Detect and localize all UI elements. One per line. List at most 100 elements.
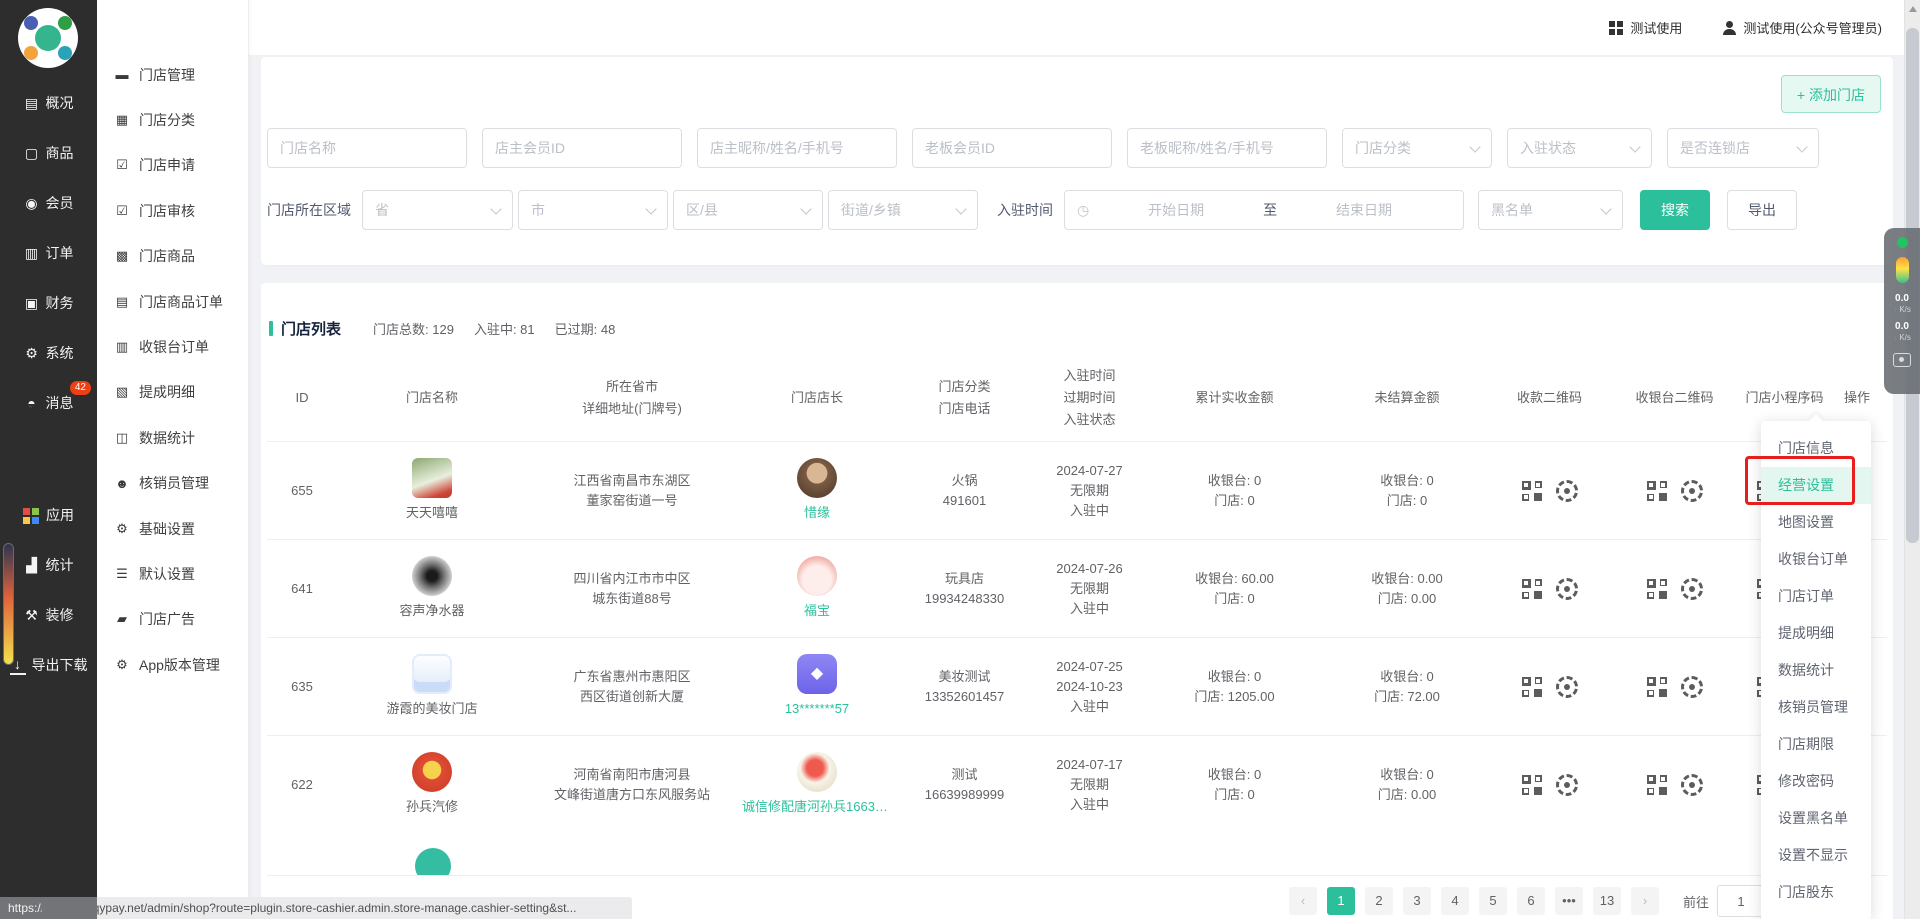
finance-icon: ▣: [24, 295, 40, 312]
page-button-1[interactable]: 1: [1327, 887, 1355, 915]
sidebar-item-apps[interactable]: 应用: [0, 490, 97, 540]
submenu-store-audit[interactable]: ☑门店审核: [97, 188, 248, 233]
menu-item-data-stats[interactable]: 数据统计: [1761, 652, 1871, 689]
menu-item-store-info[interactable]: 门店信息: [1761, 430, 1871, 467]
owner-member-id-input[interactable]: [482, 128, 682, 168]
qr-code-icon[interactable]: [1647, 775, 1667, 795]
miniprogram-code-icon[interactable]: [1556, 578, 1578, 600]
sidebar-label: 统计: [46, 555, 74, 575]
date-range-picker[interactable]: ◷ 开始日期 至 结束日期: [1064, 190, 1464, 230]
prev-page-button[interactable]: ‹: [1289, 887, 1317, 915]
menu-item-set-hidden[interactable]: 设置不显示: [1761, 837, 1871, 874]
chain-store-select[interactable]: 是否连锁店: [1667, 128, 1819, 168]
export-button[interactable]: 导出: [1727, 190, 1797, 230]
submenu-store-ads[interactable]: ▰门店广告: [97, 597, 248, 642]
chevron-down-icon: [1600, 203, 1611, 214]
app-logo[interactable]: [18, 8, 78, 68]
page-button-6[interactable]: 6: [1517, 887, 1545, 915]
menu-item-verifier-manage[interactable]: 核销员管理: [1761, 689, 1871, 726]
search-button[interactable]: 搜索: [1640, 190, 1710, 230]
scrollbar-track[interactable]: [1904, 0, 1920, 919]
submenu-commission-detail[interactable]: ▧提成明细: [97, 370, 248, 415]
menu-item-store-shareholder[interactable]: 门店股东: [1761, 874, 1871, 911]
sidebar-item-finance[interactable]: ▣财务: [0, 278, 97, 328]
submenu-verifier-manage[interactable]: ☻核销员管理: [97, 461, 248, 506]
net-monitor-widget[interactable]: 0.0 ↑ K/s 0.0 ↓ K/s: [1884, 228, 1920, 394]
qr-code-icon[interactable]: [1522, 579, 1542, 599]
menu-item-map-settings[interactable]: 地图设置: [1761, 504, 1871, 541]
miniprogram-code-icon[interactable]: [1556, 676, 1578, 698]
manager-link[interactable]: 福宝: [804, 601, 830, 621]
store-category-select[interactable]: 门店分类: [1342, 128, 1492, 168]
miniprogram-code-icon[interactable]: [1681, 578, 1703, 600]
miniprogram-code-icon[interactable]: [1556, 774, 1578, 796]
menu-item-store-term[interactable]: 门店期限: [1761, 726, 1871, 763]
date-separator: 至: [1263, 200, 1277, 220]
more-pages-button[interactable]: •••: [1555, 887, 1583, 915]
submenu-store-manage[interactable]: ▬门店管理: [97, 52, 248, 97]
menu-item-store-orders[interactable]: 门店订单: [1761, 578, 1871, 615]
scroll-progress-indicator[interactable]: [3, 543, 14, 665]
menu-item-commission-detail[interactable]: 提成明细: [1761, 615, 1871, 652]
sidebar-item-orders[interactable]: ▥订单: [0, 228, 97, 278]
menu-item-cashier-orders[interactable]: 收银台订单: [1761, 541, 1871, 578]
miniprogram-code-icon[interactable]: [1681, 480, 1703, 502]
menu-item-set-blacklist[interactable]: 设置黑名单: [1761, 800, 1871, 837]
blacklist-select[interactable]: 黑名单: [1478, 190, 1623, 230]
submenu-label: 门店管理: [139, 65, 195, 85]
sidebar-item-goods[interactable]: ▢商品: [0, 128, 97, 178]
submenu-cashier-orders[interactable]: ▥收银台订单: [97, 324, 248, 369]
sidebar-item-system[interactable]: ⚙系统: [0, 328, 97, 378]
submenu-store-apply[interactable]: ☑门店申请: [97, 143, 248, 188]
qr-code-icon[interactable]: [1647, 677, 1667, 697]
submenu-store-category[interactable]: ▦门店分类: [97, 97, 248, 142]
submenu-default-settings[interactable]: ☰默认设置: [97, 551, 248, 596]
workspace-switcher[interactable]: 测试使用: [1609, 18, 1682, 37]
miniprogram-code-icon[interactable]: [1681, 774, 1703, 796]
city-select[interactable]: 市: [518, 190, 668, 230]
submenu-data-stats[interactable]: ◫数据统计: [97, 415, 248, 460]
sidebar-item-export-download[interactable]: ↓导出下载: [0, 640, 97, 690]
sidebar-item-decorate[interactable]: ⚒装修: [0, 590, 97, 640]
miniprogram-code-icon[interactable]: [1556, 480, 1578, 502]
goto-page-input[interactable]: [1717, 885, 1765, 917]
submenu-store-goods-orders[interactable]: ▤门店商品订单: [97, 279, 248, 324]
manager-link[interactable]: 惜缘: [804, 503, 830, 523]
sidebar-item-stats[interactable]: ▟统计: [0, 540, 97, 590]
street-select[interactable]: 街道/乡镇: [828, 190, 978, 230]
submenu-store-goods[interactable]: ▩门店商品: [97, 234, 248, 279]
next-page-button[interactable]: ›: [1631, 887, 1659, 915]
menu-item-change-password[interactable]: 修改密码: [1761, 763, 1871, 800]
page-button-5[interactable]: 5: [1479, 887, 1507, 915]
manager-link[interactable]: 诚信修配唐河孙兵166399...: [742, 797, 892, 817]
district-select[interactable]: 区/县: [673, 190, 823, 230]
scroll-up-arrow-icon[interactable]: [1909, 6, 1917, 12]
manager-link[interactable]: 13*******57: [785, 699, 849, 719]
settle-status-select[interactable]: 入驻状态: [1507, 128, 1652, 168]
owner-name-phone-input[interactable]: [697, 128, 897, 168]
miniprogram-code-icon[interactable]: [1681, 676, 1703, 698]
submenu-basic-settings[interactable]: ⚙基础设置: [97, 506, 248, 551]
page-button-3[interactable]: 3: [1403, 887, 1431, 915]
boss-name-phone-input[interactable]: [1127, 128, 1327, 168]
sidebar-item-members[interactable]: ◉会员: [0, 178, 97, 228]
menu-item-business-settings[interactable]: 经营设置: [1761, 467, 1871, 504]
add-store-button[interactable]: + 添加门店: [1781, 75, 1881, 113]
store-name-input[interactable]: [267, 128, 467, 168]
sidebar-item-overview[interactable]: ▤概况: [0, 78, 97, 128]
sidebar-item-messages[interactable]: ◓消息42: [0, 378, 97, 428]
screenshot-camera-icon[interactable]: [1893, 353, 1911, 367]
qr-code-icon[interactable]: [1647, 579, 1667, 599]
page-button-13[interactable]: 13: [1593, 887, 1621, 915]
user-menu[interactable]: 测试使用(公众号管理员): [1722, 18, 1882, 37]
qr-code-icon[interactable]: [1647, 481, 1667, 501]
page-button-4[interactable]: 4: [1441, 887, 1469, 915]
store-id: 641: [267, 579, 337, 599]
qr-code-icon[interactable]: [1522, 775, 1542, 795]
boss-member-id-input[interactable]: [912, 128, 1112, 168]
qr-code-icon[interactable]: [1522, 677, 1542, 697]
submenu-app-version[interactable]: ⚙App版本管理: [97, 642, 248, 687]
page-button-2[interactable]: 2: [1365, 887, 1393, 915]
province-select[interactable]: 省: [362, 190, 513, 230]
qr-code-icon[interactable]: [1522, 481, 1542, 501]
